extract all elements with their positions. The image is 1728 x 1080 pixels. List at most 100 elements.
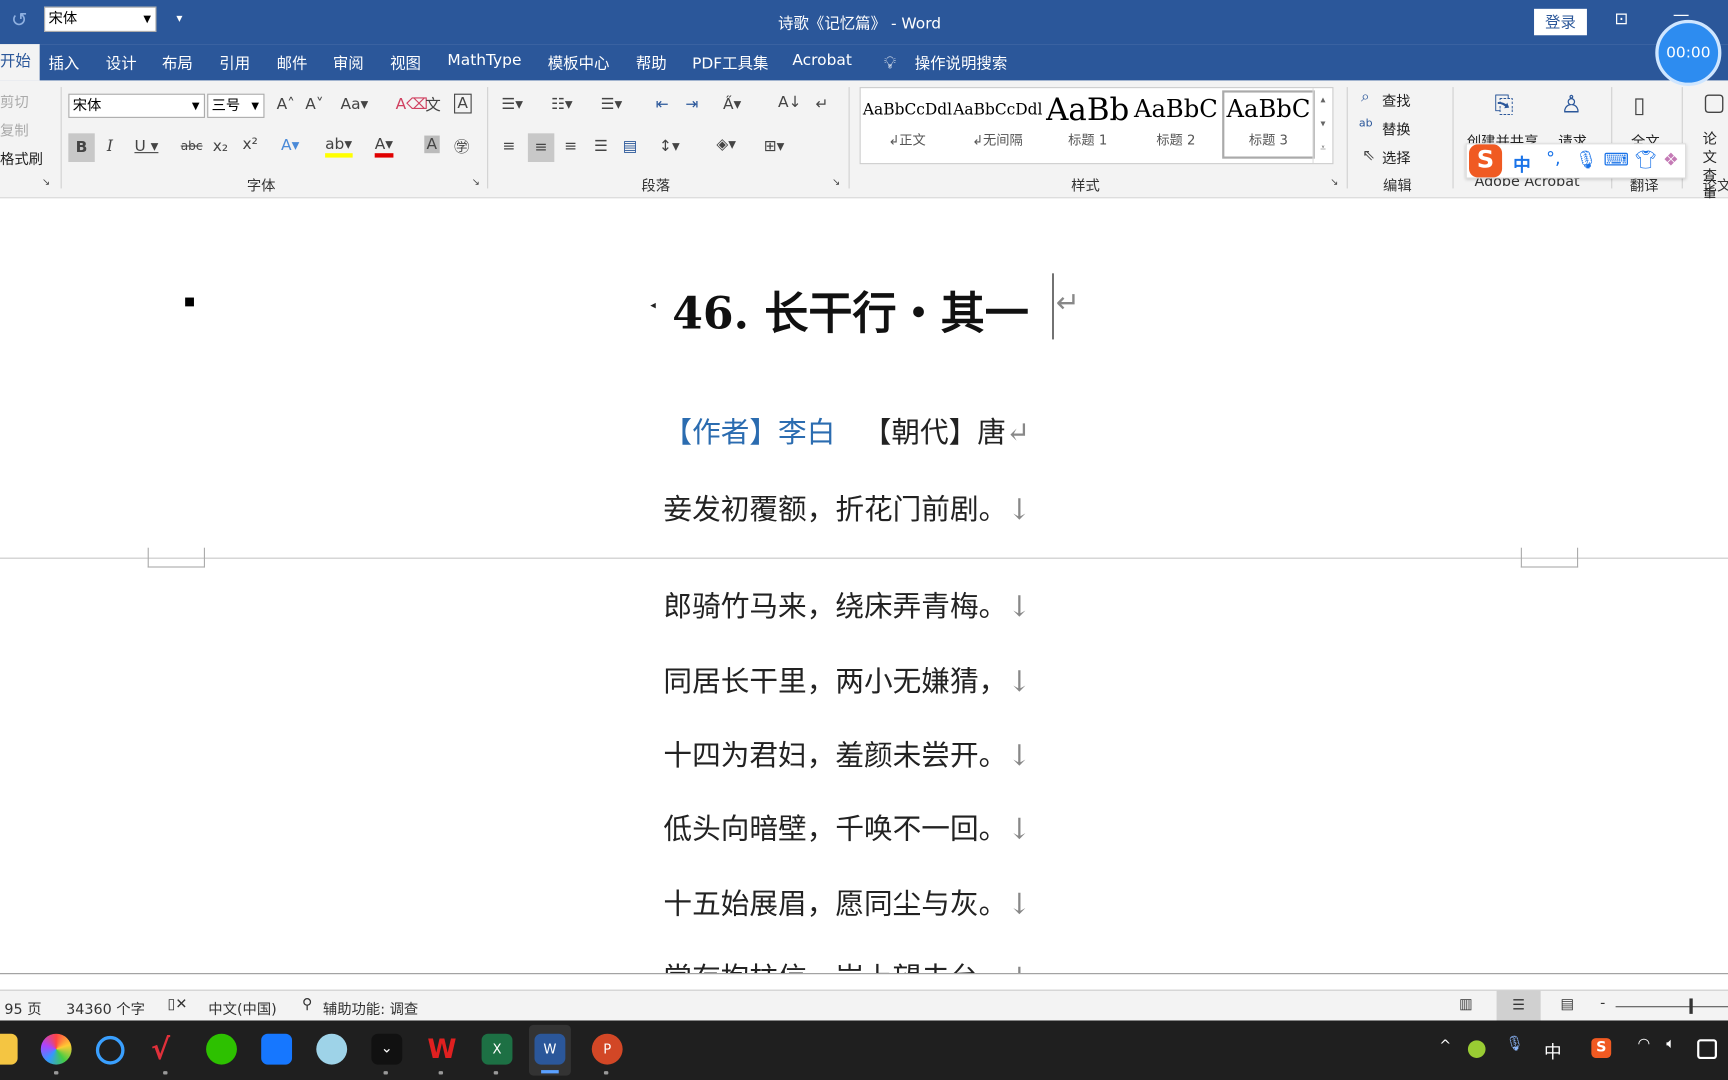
shrink-font-icon[interactable]: A˅	[305, 96, 323, 114]
copy-button[interactable]: 复制	[0, 119, 29, 140]
style-normal[interactable]: AaBbCcDdl ↲正文	[863, 93, 952, 149]
qat-font-combo[interactable]: 宋体 ▼	[44, 6, 157, 32]
character-border-icon[interactable]: A	[454, 93, 472, 114]
dialog-launcher-icon[interactable]: ↘	[1330, 177, 1338, 188]
tab-references[interactable]: 引用	[219, 52, 250, 74]
align-left-icon[interactable]: ≡	[503, 138, 516, 156]
tray-ime[interactable]: 中	[1544, 1037, 1562, 1063]
tab-template-center[interactable]: 模板中心	[548, 52, 610, 74]
volume-icon[interactable]: 🔈︎	[1666, 1036, 1675, 1053]
tab-mathtype[interactable]: MathType	[447, 52, 521, 70]
tab-pdf-tools[interactable]: PDF工具集	[692, 52, 768, 74]
tab-help[interactable]: 帮助	[636, 52, 667, 74]
superscript-button[interactable]: x²	[242, 136, 257, 154]
app-bird-icon[interactable]: ⌄	[371, 1033, 403, 1065]
grow-font-icon[interactable]: A˄	[277, 96, 295, 114]
poem-line[interactable]: 妾发初覆额，折花门前剧。↓	[663, 487, 1031, 528]
language[interactable]: 中文(中国)	[208, 997, 276, 1019]
enclose-characters-icon[interactable]: ㊫	[454, 136, 469, 158]
poem-line[interactable]: 低头向暗壁，千唤不一回。↓	[663, 807, 1031, 848]
subscript-button[interactable]: x₂	[213, 138, 228, 156]
style-heading-2[interactable]: AaBbC 标题 2	[1132, 93, 1220, 149]
line-spacing-icon[interactable]: ↕▾	[659, 138, 680, 156]
tab-review[interactable]: 审阅	[333, 52, 364, 74]
poem-line[interactable]: 十五始展眉，愿同尘与灰。↓	[663, 882, 1031, 923]
proofing-icon[interactable]: ▯✕	[168, 996, 188, 1013]
powerpoint-icon[interactable]: P	[591, 1033, 623, 1065]
ime-mode-toggle[interactable]: 中	[1513, 150, 1531, 176]
select-button[interactable]: 选择	[1382, 147, 1411, 168]
tab-home[interactable]: 开始	[0, 44, 40, 81]
italic-button[interactable]: I	[107, 138, 113, 156]
decrease-indent-icon[interactable]: ⇤	[656, 96, 669, 114]
horizontal-scrollbar[interactable]	[0, 973, 1728, 991]
font-name-combo[interactable]: 宋体 ▼	[68, 93, 205, 118]
tray-app-icon[interactable]	[1467, 1040, 1486, 1058]
show-marks-icon[interactable]: ↵	[816, 96, 829, 114]
browser-icon[interactable]	[40, 1033, 72, 1065]
print-layout-icon[interactable]: ☰	[1496, 990, 1541, 1022]
zoom-slider-thumb[interactable]	[1689, 998, 1693, 1014]
replace-button[interactable]: 替换	[1382, 118, 1411, 139]
sogou-logo-icon[interactable]: S	[1469, 144, 1503, 178]
phonetic-guide-icon[interactable]: 文	[425, 94, 440, 116]
format-painter-button[interactable]: 格式刷	[0, 148, 43, 169]
zoom-slider[interactable]	[1615, 1006, 1728, 1008]
ribbon-display-icon[interactable]: ⊡	[1614, 9, 1628, 29]
dialog-launcher-icon[interactable]: ↘	[42, 177, 50, 188]
search-app-icon[interactable]	[95, 1035, 125, 1065]
dialog-launcher-icon[interactable]: ↘	[472, 177, 480, 188]
font-color-icon[interactable]: A▾	[374, 136, 393, 158]
text-effects-icon[interactable]: A▾	[281, 137, 299, 155]
style-heading-3[interactable]: AaBbC 标题 3	[1222, 90, 1315, 159]
wps-icon[interactable]: W	[426, 1034, 457, 1065]
word-icon[interactable]: W	[534, 1033, 566, 1065]
tell-me-search[interactable]: 操作说明搜索	[915, 52, 1008, 74]
strikethrough-button[interactable]: abc	[181, 139, 203, 153]
poem-line[interactable]: 常存抱柱信，岂上望夫台。↓	[663, 955, 1031, 973]
app-flower-icon[interactable]	[316, 1033, 348, 1065]
document-canvas[interactable]: ◂ 46. 长干行・其一 ↵ 【作者】李白 【朝代】唐↵ 妾发初覆额，折花门前剧…	[0, 198, 1728, 974]
highlight-color-icon[interactable]: ab▾	[325, 136, 353, 158]
character-shading-icon[interactable]: A	[424, 135, 440, 154]
wechat-icon[interactable]	[206, 1033, 237, 1065]
app-blue-icon[interactable]	[261, 1033, 293, 1065]
tab-view[interactable]: 视图	[390, 52, 421, 74]
login-button[interactable]: 登录	[1534, 8, 1587, 36]
sort-icon[interactable]: A↓	[778, 94, 801, 112]
poem-line[interactable]: 十四为君妇，羞颜未尝开。↓	[663, 733, 1031, 774]
multilevel-list-icon[interactable]: ☰▾	[601, 96, 623, 114]
tab-acrobat[interactable]: Acrobat	[792, 52, 852, 70]
microphone-icon[interactable]: 🎙︎	[1575, 149, 1597, 170]
numbering-icon[interactable]: ☷▾	[551, 96, 573, 114]
increase-indent-icon[interactable]: ⇥	[685, 96, 698, 114]
excel-icon[interactable]: X	[481, 1033, 513, 1065]
recording-timer[interactable]: 00:00	[1655, 19, 1722, 86]
file-explorer-icon[interactable]	[0, 1033, 18, 1065]
tray-sogou-icon[interactable]: S	[1591, 1038, 1612, 1058]
underline-button[interactable]: U ▾	[134, 138, 158, 156]
undo-icon[interactable]: ↺	[11, 9, 28, 32]
punctuation-icon[interactable]: °,	[1546, 148, 1560, 169]
toolbox-icon[interactable]: ❖	[1663, 149, 1679, 170]
distributed-icon[interactable]: ▤	[623, 138, 638, 156]
tab-design[interactable]: 设计	[106, 52, 137, 74]
page-count[interactable]: 95 页	[4, 997, 41, 1019]
styles-scroll[interactable]: ▴ ▾ ⩡	[1312, 88, 1333, 164]
tab-insert[interactable]: 插入	[48, 52, 79, 74]
tray-overflow-icon[interactable]: ^	[1439, 1038, 1451, 1055]
dialog-launcher-icon[interactable]: ↘	[832, 177, 840, 188]
clear-formatting-icon[interactable]: A⌫	[396, 96, 428, 114]
chinese-layout-icon[interactable]: A̋▾	[723, 96, 741, 114]
find-button[interactable]: 查找	[1382, 89, 1411, 111]
app-v-icon[interactable]: √	[151, 1034, 182, 1067]
shading-icon[interactable]: ◈▾	[716, 136, 736, 154]
align-right-icon[interactable]: ≡	[564, 138, 577, 156]
bullets-icon[interactable]: ☰▾	[501, 96, 523, 114]
author-line[interactable]: 【作者】李白 【朝代】唐↵	[663, 410, 1030, 451]
skin-shirt-icon[interactable]: 👕︎	[1634, 149, 1656, 170]
read-mode-icon[interactable]: ▥	[1459, 996, 1473, 1013]
font-size-combo[interactable]: 三号 ▼	[207, 93, 265, 118]
tray-mic-icon[interactable]: 🎙︎	[1505, 1036, 1523, 1053]
style-heading-1[interactable]: AaBb 标题 1	[1044, 92, 1132, 149]
